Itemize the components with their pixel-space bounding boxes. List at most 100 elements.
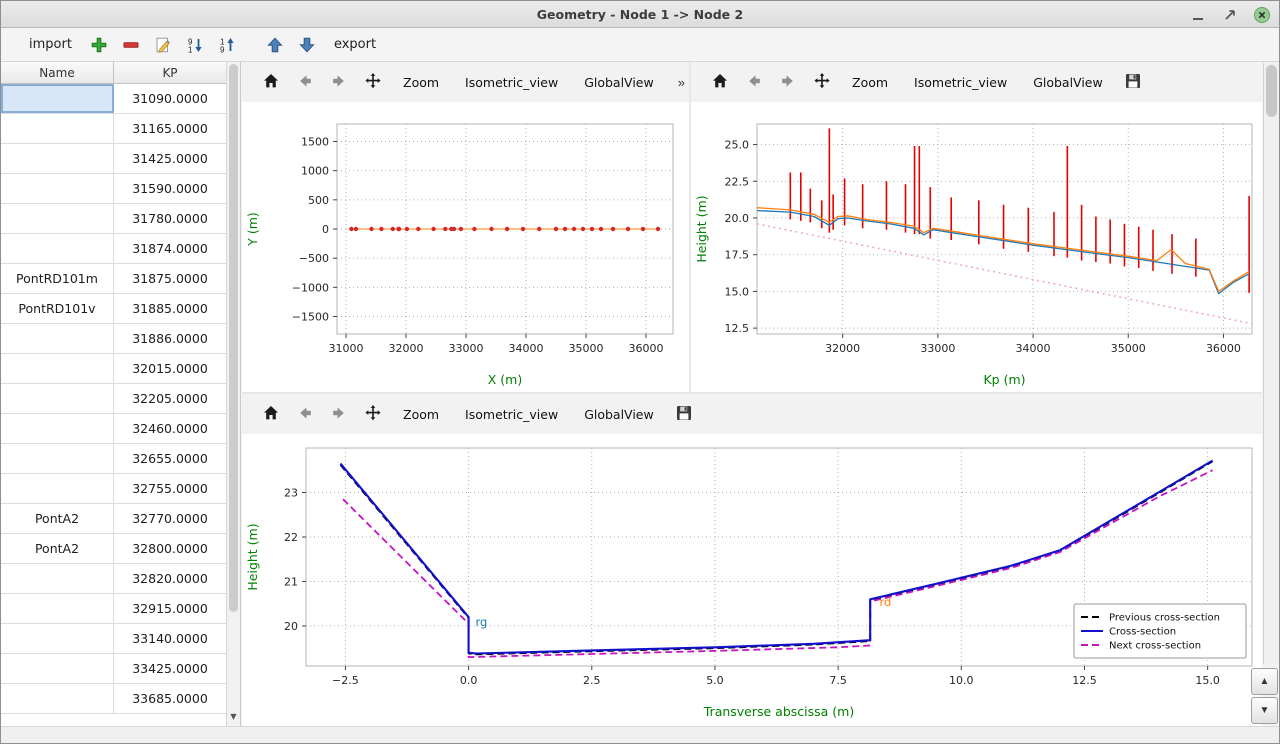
name-cell[interactable] [1,234,114,263]
table-row[interactable]: 33685.0000 [1,684,226,714]
home-button[interactable] [256,399,286,429]
isometric-view-button[interactable]: Isometric_view [454,402,569,427]
kp-cell[interactable]: 32205.0000 [114,384,226,413]
kp-cell[interactable]: 32820.0000 [114,564,226,593]
kp-cell[interactable]: 32655.0000 [114,444,226,473]
table-row[interactable]: 31590.0000 [1,174,226,204]
zoom-button[interactable]: Zoom [392,402,450,427]
table-row[interactable]: PontRD101m31875.0000 [1,264,226,294]
save-button[interactable] [669,399,699,429]
table-row[interactable]: 32915.0000 [1,594,226,624]
name-cell[interactable] [1,84,114,113]
name-cell[interactable]: PontRD101m [1,264,114,293]
table-row[interactable]: PontA232800.0000 [1,534,226,564]
kp-cell[interactable]: 31875.0000 [114,264,226,293]
toolbar-overflow-button[interactable]: » [678,75,685,90]
global-view-button[interactable]: GlobalView [573,402,665,427]
global-view-button[interactable]: GlobalView [1022,70,1114,95]
name-cell[interactable] [1,174,114,203]
column-header-kp[interactable]: KP [114,62,226,83]
column-header-name[interactable]: Name [1,62,114,83]
table-scrollbar[interactable]: ▼ [226,62,240,726]
long-profile-chart[interactable]: 320003300034000350003600012.515.017.520.… [691,102,1262,392]
scroll-down-button[interactable]: ▼ [1251,697,1278,724]
kp-cell[interactable]: 31886.0000 [114,324,226,353]
kp-cell[interactable]: 31090.0000 [114,84,226,113]
minimize-button[interactable] [1189,6,1207,24]
scroll-up-button[interactable]: ▲ [1251,668,1278,695]
name-cell[interactable] [1,594,114,623]
kp-cell[interactable]: 33685.0000 [114,684,226,713]
home-button[interactable] [256,67,286,97]
name-cell[interactable] [1,114,114,143]
kp-cell[interactable]: 31780.0000 [114,204,226,233]
name-cell[interactable] [1,444,114,473]
table-row[interactable]: 32820.0000 [1,564,226,594]
table-row[interactable]: 31090.0000 [1,84,226,114]
table-row[interactable]: 32460.0000 [1,414,226,444]
name-cell[interactable] [1,324,114,353]
name-cell[interactable] [1,414,114,443]
save-button[interactable] [1118,67,1148,97]
forward-button[interactable] [773,67,803,97]
global-view-button[interactable]: GlobalView [573,70,665,95]
back-button[interactable] [290,67,320,97]
kp-cell[interactable]: 32800.0000 [114,534,226,563]
remove-section-button[interactable] [118,32,144,58]
isometric-view-button[interactable]: Isometric_view [903,70,1018,95]
name-cell[interactable] [1,144,114,173]
table-row[interactable]: PontA232770.0000 [1,504,226,534]
kp-cell[interactable]: 32755.0000 [114,474,226,503]
table-row[interactable]: 31425.0000 [1,144,226,174]
sort-ascending-button[interactable]: 19 [214,32,240,58]
table-row[interactable]: 31165.0000 [1,114,226,144]
move-down-button[interactable] [294,32,320,58]
kp-cell[interactable]: 31874.0000 [114,234,226,263]
kp-cell[interactable]: 33425.0000 [114,654,226,683]
sort-descending-button[interactable]: 91 [182,32,208,58]
name-cell[interactable] [1,624,114,653]
pan-button[interactable] [358,67,388,97]
name-cell[interactable]: PontA2 [1,534,114,563]
close-button[interactable] [1253,6,1271,24]
name-cell[interactable] [1,684,114,713]
table-row[interactable]: 32205.0000 [1,384,226,414]
table-row[interactable]: 33425.0000 [1,654,226,684]
name-cell[interactable] [1,354,114,383]
pan-button[interactable] [358,399,388,429]
name-cell[interactable] [1,564,114,593]
kp-cell[interactable]: 31885.0000 [114,294,226,323]
kp-cell[interactable]: 32915.0000 [114,594,226,623]
isometric-view-button[interactable]: Isometric_view [454,70,569,95]
kp-cell[interactable]: 32015.0000 [114,354,226,383]
name-cell[interactable]: PontA2 [1,504,114,533]
export-button[interactable]: export [326,37,384,52]
edit-section-button[interactable] [150,32,176,58]
kp-cell[interactable]: 32770.0000 [114,504,226,533]
back-button[interactable] [290,399,320,429]
name-cell[interactable] [1,204,114,233]
maximize-button[interactable] [1221,6,1239,24]
name-cell[interactable]: PontRD101v [1,294,114,323]
table-row[interactable]: 31874.0000 [1,234,226,264]
zoom-button[interactable]: Zoom [392,70,450,95]
kp-cell[interactable]: 31590.0000 [114,174,226,203]
kp-cell[interactable]: 33140.0000 [114,624,226,653]
table-row[interactable]: PontRD101v31885.0000 [1,294,226,324]
window-scrollbar[interactable] [1263,63,1279,664]
name-cell[interactable] [1,384,114,413]
pan-button[interactable] [807,67,837,97]
move-up-button[interactable] [262,32,288,58]
plan-view-chart[interactable]: 310003200033000340003500036000−1500−1000… [242,102,689,392]
forward-button[interactable] [324,399,354,429]
table-row[interactable]: 33140.0000 [1,624,226,654]
forward-button[interactable] [324,67,354,97]
kp-cell[interactable]: 31165.0000 [114,114,226,143]
cross-section-chart[interactable]: −2.50.02.55.07.510.012.515.020212223rgrd… [242,434,1262,724]
table-row[interactable]: 32015.0000 [1,354,226,384]
name-cell[interactable] [1,474,114,503]
zoom-button[interactable]: Zoom [841,70,899,95]
titlebar[interactable]: Geometry - Node 1 -> Node 2 [1,1,1279,28]
table-row[interactable]: 32655.0000 [1,444,226,474]
table-row[interactable]: 32755.0000 [1,474,226,504]
